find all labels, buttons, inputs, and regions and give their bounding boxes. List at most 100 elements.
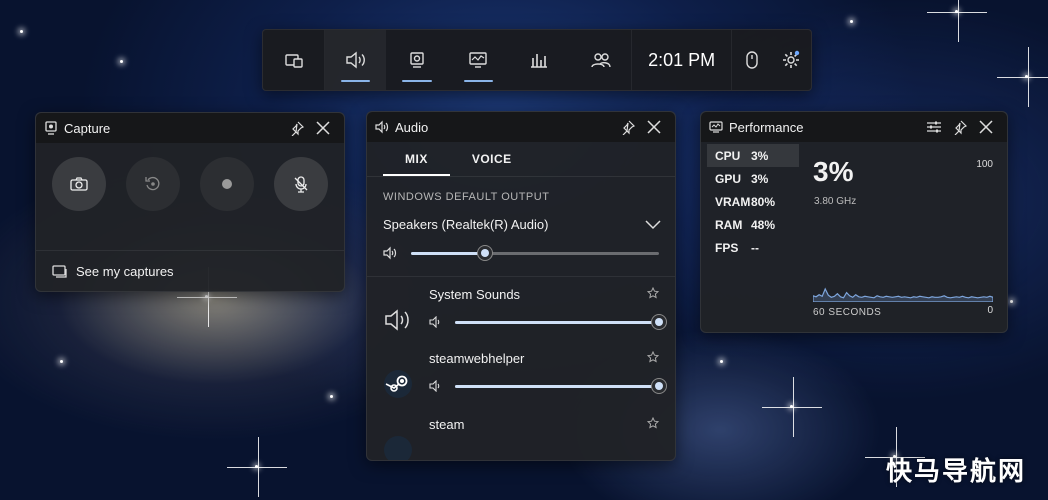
output-device-value: Speakers (Realtek(R) Audio) (383, 217, 549, 232)
microphone-toggle-button[interactable] (274, 157, 328, 211)
close-icon (647, 120, 661, 134)
gear-icon (783, 50, 800, 68)
metric-key: VRAM (715, 194, 751, 209)
app-row-system-sounds: System Sounds (383, 287, 667, 335)
clock-speed: 3.80 GHz (814, 196, 857, 207)
pin-button[interactable] (947, 114, 973, 140)
close-button[interactable] (641, 114, 667, 140)
steam-icon (384, 370, 412, 398)
audio-widget: Audio MIX VOICE WINDOWS DEFAULT OUTPUT S… (366, 111, 676, 461)
app-row-steam: steam (383, 417, 659, 460)
speaker-icon (375, 120, 389, 134)
star-icon[interactable] (647, 417, 659, 429)
steam-icon (384, 436, 412, 460)
watermark: 快马导航网 (885, 456, 1026, 486)
metric-vram[interactable]: VRAM 80% (707, 190, 799, 213)
metric-key: FPS (715, 240, 739, 255)
slider-thumb[interactable] (651, 313, 667, 330)
metric-gpu[interactable]: GPU 3% (707, 167, 799, 190)
metric-value: -- (751, 240, 759, 255)
star-decoration (761, 376, 822, 437)
capture-widget-button[interactable] (386, 30, 447, 90)
star-decoration (60, 360, 63, 363)
close-button[interactable] (973, 114, 999, 140)
star-decoration (850, 20, 853, 23)
capture-header: Capture (36, 113, 344, 143)
widget-menu-button[interactable] (263, 30, 324, 90)
game-bar: 2:01 PM (262, 29, 812, 91)
resources-widget-button[interactable] (509, 30, 570, 90)
metric-cpu[interactable]: CPU 3% (707, 144, 799, 167)
start-recording-button[interactable] (200, 157, 254, 211)
app-volume-slider[interactable] (455, 377, 667, 394)
slider-thumb[interactable] (477, 244, 494, 261)
social-icon (590, 53, 611, 68)
pin-icon (622, 120, 636, 135)
settings-button[interactable] (772, 30, 812, 90)
close-icon (979, 120, 993, 134)
performance-widget: Performance CPU 3% GPU 3% VRAM 80% RAM 48% F… (700, 111, 1008, 333)
pin-button[interactable] (615, 114, 641, 140)
chevron-down-icon (645, 219, 661, 229)
volume-icon (383, 246, 397, 260)
output-label: WINDOWS DEFAULT OUTPUT (383, 191, 550, 203)
slider-thumb[interactable] (651, 377, 667, 394)
tab-voice[interactable]: VOICE (450, 142, 534, 176)
audio-widget-button[interactable] (325, 30, 387, 90)
star-decoration (120, 60, 123, 63)
usage-graph-line (813, 287, 993, 302)
star-decoration (996, 46, 1048, 107)
capture-icon (410, 52, 424, 68)
metric-value: 48% (751, 217, 776, 232)
record-last-button[interactable] (126, 157, 180, 211)
output-device-select[interactable]: Speakers (Realtek(R) Audio) (383, 217, 661, 232)
app-volume-slider[interactable] (455, 313, 667, 330)
sliders-icon (927, 121, 941, 133)
audio-title: Audio (395, 119, 429, 135)
graph-max: 100 (976, 159, 993, 170)
mic-off-icon (294, 176, 308, 193)
volume-icon (429, 316, 440, 328)
close-button[interactable] (310, 115, 336, 141)
metric-ram[interactable]: RAM 48% (707, 213, 799, 236)
star-decoration (330, 395, 333, 398)
capture-widget: Capture See my captures (35, 112, 345, 292)
star-icon[interactable] (647, 287, 659, 299)
app-name: System Sounds (429, 287, 521, 302)
usage-graph (813, 287, 993, 302)
controller-button[interactable] (732, 30, 772, 90)
performance-icon (709, 121, 723, 133)
app-name: steamwebhelper (429, 351, 525, 366)
star-decoration (926, 0, 987, 42)
graph-window-label: 60 SECONDS (813, 307, 882, 318)
screenshot-button[interactable] (52, 157, 106, 211)
widget-menu-icon (284, 54, 303, 68)
divider (367, 276, 675, 277)
record-icon (222, 179, 232, 189)
performance-title: Performance (729, 119, 804, 135)
see-captures-link[interactable]: See my captures (36, 250, 344, 291)
social-widget-button[interactable] (570, 30, 631, 90)
performance-widget-button[interactable] (448, 30, 509, 90)
star-decoration (1010, 300, 1013, 303)
star-decoration (226, 436, 287, 497)
metric-value: 3% (751, 171, 769, 186)
app-row-steamwebhelper: steamwebhelper (383, 351, 667, 399)
clock: 2:01 PM (648, 49, 716, 70)
app-name: steam (429, 417, 465, 432)
star-decoration (20, 30, 23, 33)
performance-options-button[interactable] (921, 114, 947, 140)
see-captures-label: See my captures (76, 263, 174, 279)
master-volume-slider[interactable] (411, 244, 659, 261)
metric-fps[interactable]: FPS -- (707, 236, 799, 259)
volume-icon (429, 380, 440, 392)
star-icon[interactable] (647, 351, 659, 363)
star-decoration (176, 266, 237, 327)
pin-button[interactable] (284, 115, 310, 141)
tab-mix[interactable]: MIX (383, 142, 450, 176)
metric-value: 80% (751, 194, 776, 209)
resources-icon (531, 54, 548, 68)
replay-icon (145, 176, 160, 191)
speaker-icon (385, 309, 409, 331)
audio-icon (346, 51, 365, 69)
